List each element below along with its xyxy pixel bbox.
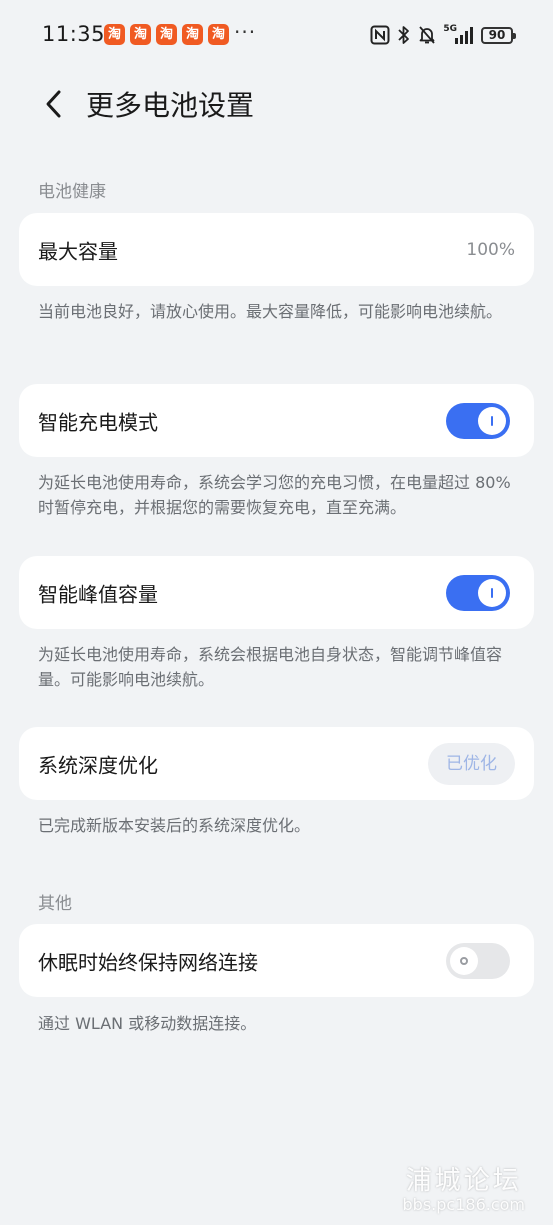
status-time: 11:35 xyxy=(42,22,106,46)
keep-network-row[interactable]: 休眠时始终保持网络连接 xyxy=(19,924,534,997)
max-capacity-label: 最大容量 xyxy=(38,239,118,263)
section-label-battery-health: 电池健康 xyxy=(38,182,106,202)
toggle-knob xyxy=(450,946,478,975)
deep-optimize-description: 已完成新版本安装后的系统深度优化。 xyxy=(38,816,311,835)
keep-network-description: 通过 WLAN 或移动数据连接。 xyxy=(38,1014,257,1033)
smart-charge-toggle[interactable] xyxy=(446,402,510,439)
notification-badges: 淘 淘 淘 淘 淘 xyxy=(104,24,229,45)
toggle-knob xyxy=(478,406,506,435)
watermark-url: bbs.pc186.com xyxy=(402,1195,525,1214)
header: 更多电池设置 xyxy=(0,78,553,128)
deep-optimize-row: 系统深度优化 已优化 xyxy=(19,727,534,800)
keep-network-label: 休眠时始终保持网络连接 xyxy=(38,950,258,974)
page-title: 更多电池设置 xyxy=(86,89,255,122)
back-button[interactable] xyxy=(36,84,72,124)
max-capacity-description: 当前电池良好，请放心使用。最大容量降低，可能影响电池续航。 xyxy=(38,302,503,321)
optimized-button[interactable]: 已优化 xyxy=(428,742,515,785)
screen: 11:35 淘 淘 淘 淘 淘 ··· 5G 90 更多电池设置 电池健康 最大… xyxy=(0,0,553,1225)
deep-optimize-label: 系统深度优化 xyxy=(38,753,158,777)
peak-capacity-toggle[interactable] xyxy=(446,574,510,611)
taobao-notification-icon: 淘 xyxy=(104,24,125,45)
taobao-notification-icon: 淘 xyxy=(156,24,177,45)
keep-network-toggle[interactable] xyxy=(446,942,510,979)
taobao-notification-icon: 淘 xyxy=(130,24,151,45)
signal-icon: 5G xyxy=(443,24,474,44)
taobao-notification-icon: 淘 xyxy=(208,24,229,45)
nfc-icon xyxy=(370,25,390,45)
peak-capacity-row[interactable]: 智能峰值容量 xyxy=(19,556,534,629)
bluetooth-icon xyxy=(397,25,411,45)
max-capacity-row[interactable]: 最大容量 100% xyxy=(19,213,534,286)
network-type-label: 5G xyxy=(443,24,457,34)
more-notifications-icon: ··· xyxy=(234,20,257,44)
status-icons: 5G 90 xyxy=(370,22,516,48)
smart-charge-description: 为延长电池使用寿命，系统会学习您的充电习惯，在电量超过 80% 时暂停充电，并根… xyxy=(38,473,511,517)
peak-capacity-label: 智能峰值容量 xyxy=(38,582,158,606)
toggle-knob xyxy=(478,578,506,607)
chevron-left-icon xyxy=(46,90,61,118)
mute-bell-icon xyxy=(418,25,436,45)
status-bar: 11:35 淘 淘 淘 淘 淘 ··· 5G 90 xyxy=(0,0,553,70)
forum-watermark: 浦城论坛 bbs.pc186.com xyxy=(403,1160,525,1214)
smart-charge-row[interactable]: 智能充电模式 xyxy=(19,384,534,457)
max-capacity-value: 100% xyxy=(466,239,515,260)
taobao-notification-icon: 淘 xyxy=(182,24,203,45)
smart-charge-label: 智能充电模式 xyxy=(38,410,158,434)
battery-icon: 90 xyxy=(481,26,516,44)
section-label-other: 其他 xyxy=(38,894,72,914)
watermark-title: 浦城论坛 xyxy=(405,1166,522,1196)
peak-capacity-description: 为延长电池使用寿命，系统会根据电池自身状态，智能调节峰值容量。可能影响电池续航。 xyxy=(38,645,503,689)
